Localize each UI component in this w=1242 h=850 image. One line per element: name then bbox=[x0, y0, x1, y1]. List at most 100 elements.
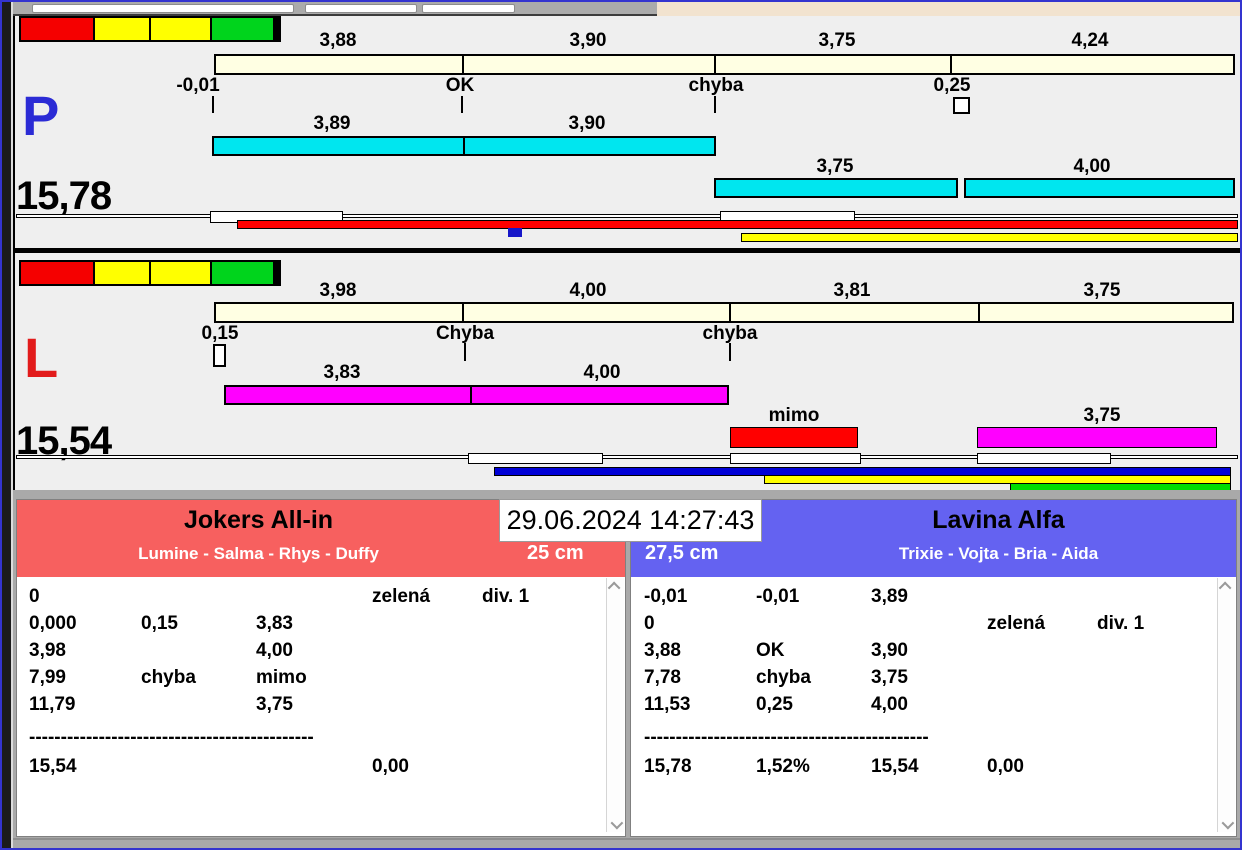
marker-label: 0,25 bbox=[933, 75, 971, 96]
result-cell: 3,88 bbox=[644, 640, 681, 661]
result-cell bbox=[256, 583, 372, 610]
result-cell: 15,54 bbox=[29, 756, 77, 777]
result-cell: 3,90 bbox=[871, 640, 908, 661]
split-value: 3,75 bbox=[1083, 280, 1121, 301]
split-bar-divider bbox=[950, 56, 952, 73]
team-left-name: Jokers All-in bbox=[183, 506, 334, 534]
team-right-dogs: Trixie - Vojta - Bria - Aida bbox=[898, 544, 1099, 563]
top-strip-beige bbox=[657, 2, 1240, 16]
scrollbar-track[interactable] bbox=[606, 578, 624, 832]
result-cell bbox=[372, 664, 482, 691]
heat-value: 3,90 bbox=[568, 113, 606, 134]
timeline-yellow-bar bbox=[741, 233, 1238, 242]
timeline-blue-marker bbox=[508, 228, 522, 237]
timeline-baseline bbox=[16, 214, 1238, 218]
result-row: 7,99 chyba mimo bbox=[29, 664, 589, 691]
split-value: 3,98 bbox=[319, 280, 357, 301]
result-cell bbox=[482, 753, 589, 780]
result-cell: 3,75 bbox=[871, 667, 908, 688]
heat-value: 3,75 bbox=[816, 156, 854, 177]
split-value: 3,88 bbox=[319, 30, 357, 51]
lane-status-legend bbox=[19, 260, 281, 286]
marker-tick bbox=[714, 96, 716, 113]
result-cell bbox=[987, 691, 1097, 718]
result-cell bbox=[1097, 637, 1204, 664]
marker-checkbox[interactable] bbox=[953, 97, 970, 114]
result-cell: 0,15 bbox=[141, 613, 178, 634]
result-cell: 0,000 bbox=[29, 613, 77, 634]
result-cell: 7,78 bbox=[644, 667, 681, 688]
timing-app-window: P 15,78 3,88 3,90 3,75 4,24 -0,01 OK chy… bbox=[0, 0, 1242, 850]
chevron-up-icon bbox=[1218, 581, 1232, 594]
heat-bar-divider bbox=[463, 138, 465, 154]
result-cell bbox=[987, 583, 1097, 610]
status-segment-green bbox=[212, 262, 273, 284]
result-cell bbox=[1097, 583, 1204, 610]
timeline-white-bar bbox=[977, 453, 1111, 464]
result-cell bbox=[141, 583, 256, 610]
team-right-name: Lavina Alfa bbox=[932, 506, 1065, 534]
result-cell bbox=[1097, 664, 1204, 691]
result-cell: 0,25 bbox=[756, 694, 793, 715]
result-cell: 0 bbox=[644, 613, 655, 634]
status-segment-yellow bbox=[151, 262, 210, 284]
result-cell bbox=[482, 610, 589, 637]
result-row: 15,78 1,52% 15,54 0,00 bbox=[644, 753, 1204, 780]
marker-tick bbox=[464, 343, 466, 361]
result-cell: 3,83 bbox=[256, 613, 293, 634]
result-cell: 3,75 bbox=[256, 694, 293, 715]
lane-l-fault-bar bbox=[730, 427, 858, 448]
scrollbar-down-button[interactable] bbox=[607, 816, 624, 832]
window-left-edge bbox=[2, 2, 11, 848]
heat-value: mimo bbox=[768, 405, 820, 426]
status-segment-yellow bbox=[95, 262, 149, 284]
result-cell bbox=[1097, 691, 1204, 718]
result-cell: 11,79 bbox=[29, 694, 76, 715]
result-cell bbox=[482, 637, 589, 664]
team-right-results-area[interactable]: -0,01 -0,01 3,89 0 zelená div. 1 3,88 OK 3,90 7,7… bbox=[631, 577, 1236, 836]
result-cell: -0,01 bbox=[644, 586, 688, 607]
timeline-white-bar bbox=[468, 453, 603, 464]
results-separator: ----------------------------------------… bbox=[644, 727, 929, 748]
result-cell bbox=[372, 691, 482, 718]
lane-separator bbox=[13, 248, 1240, 253]
result-cell bbox=[987, 637, 1097, 664]
result-cell: zelená bbox=[987, 613, 1046, 634]
marker-tick bbox=[729, 343, 731, 361]
result-cell: mimo bbox=[256, 667, 307, 688]
lane-p-split-bar bbox=[214, 54, 1235, 75]
scrollbar-up-button[interactable] bbox=[607, 578, 624, 594]
scrollbar-down-button[interactable] bbox=[1218, 816, 1235, 832]
scrollbar-track[interactable] bbox=[1217, 578, 1235, 832]
split-bar-divider bbox=[729, 304, 731, 321]
result-cell bbox=[1097, 753, 1204, 780]
scrollbar-up-button[interactable] bbox=[1218, 578, 1235, 594]
marker-label: chyba bbox=[702, 323, 758, 344]
background-window-fragment bbox=[422, 4, 515, 13]
heat-value: 3,89 bbox=[313, 113, 351, 134]
team-left-results-area[interactable]: 0 zelená div. 1 0,000 0,15 3,83 3,98 4,00 7,99 ch… bbox=[17, 577, 625, 836]
marker-checkbox[interactable] bbox=[213, 344, 226, 367]
marker-tick bbox=[212, 96, 214, 113]
chevron-down-icon bbox=[610, 816, 624, 829]
result-cell bbox=[482, 691, 589, 718]
result-row: 11,79 3,75 bbox=[29, 691, 589, 718]
lane-l-split-bar bbox=[214, 302, 1234, 323]
result-cell: 3,89 bbox=[871, 586, 908, 607]
marker-label: Chyba bbox=[435, 323, 495, 344]
split-value: 3,75 bbox=[818, 30, 856, 51]
team-right-result-rows: -0,01 -0,01 3,89 0 zelená div. 1 3,88 OK 3,90 7,7… bbox=[644, 583, 1204, 718]
timeline-white-bar bbox=[730, 453, 861, 464]
result-cell bbox=[482, 664, 589, 691]
chevron-up-icon bbox=[607, 581, 621, 594]
result-cell: 7,99 bbox=[29, 667, 66, 688]
result-cell: div. 1 bbox=[482, 586, 530, 607]
lane-status-legend bbox=[19, 16, 281, 42]
heat-value: 4,00 bbox=[1073, 156, 1111, 177]
split-value: 3,90 bbox=[569, 30, 607, 51]
result-row: 3,98 4,00 bbox=[29, 637, 589, 664]
result-cell bbox=[756, 610, 871, 637]
result-cell: OK bbox=[756, 640, 785, 661]
status-segment-green bbox=[212, 18, 273, 40]
result-cell: 0,00 bbox=[372, 756, 409, 777]
